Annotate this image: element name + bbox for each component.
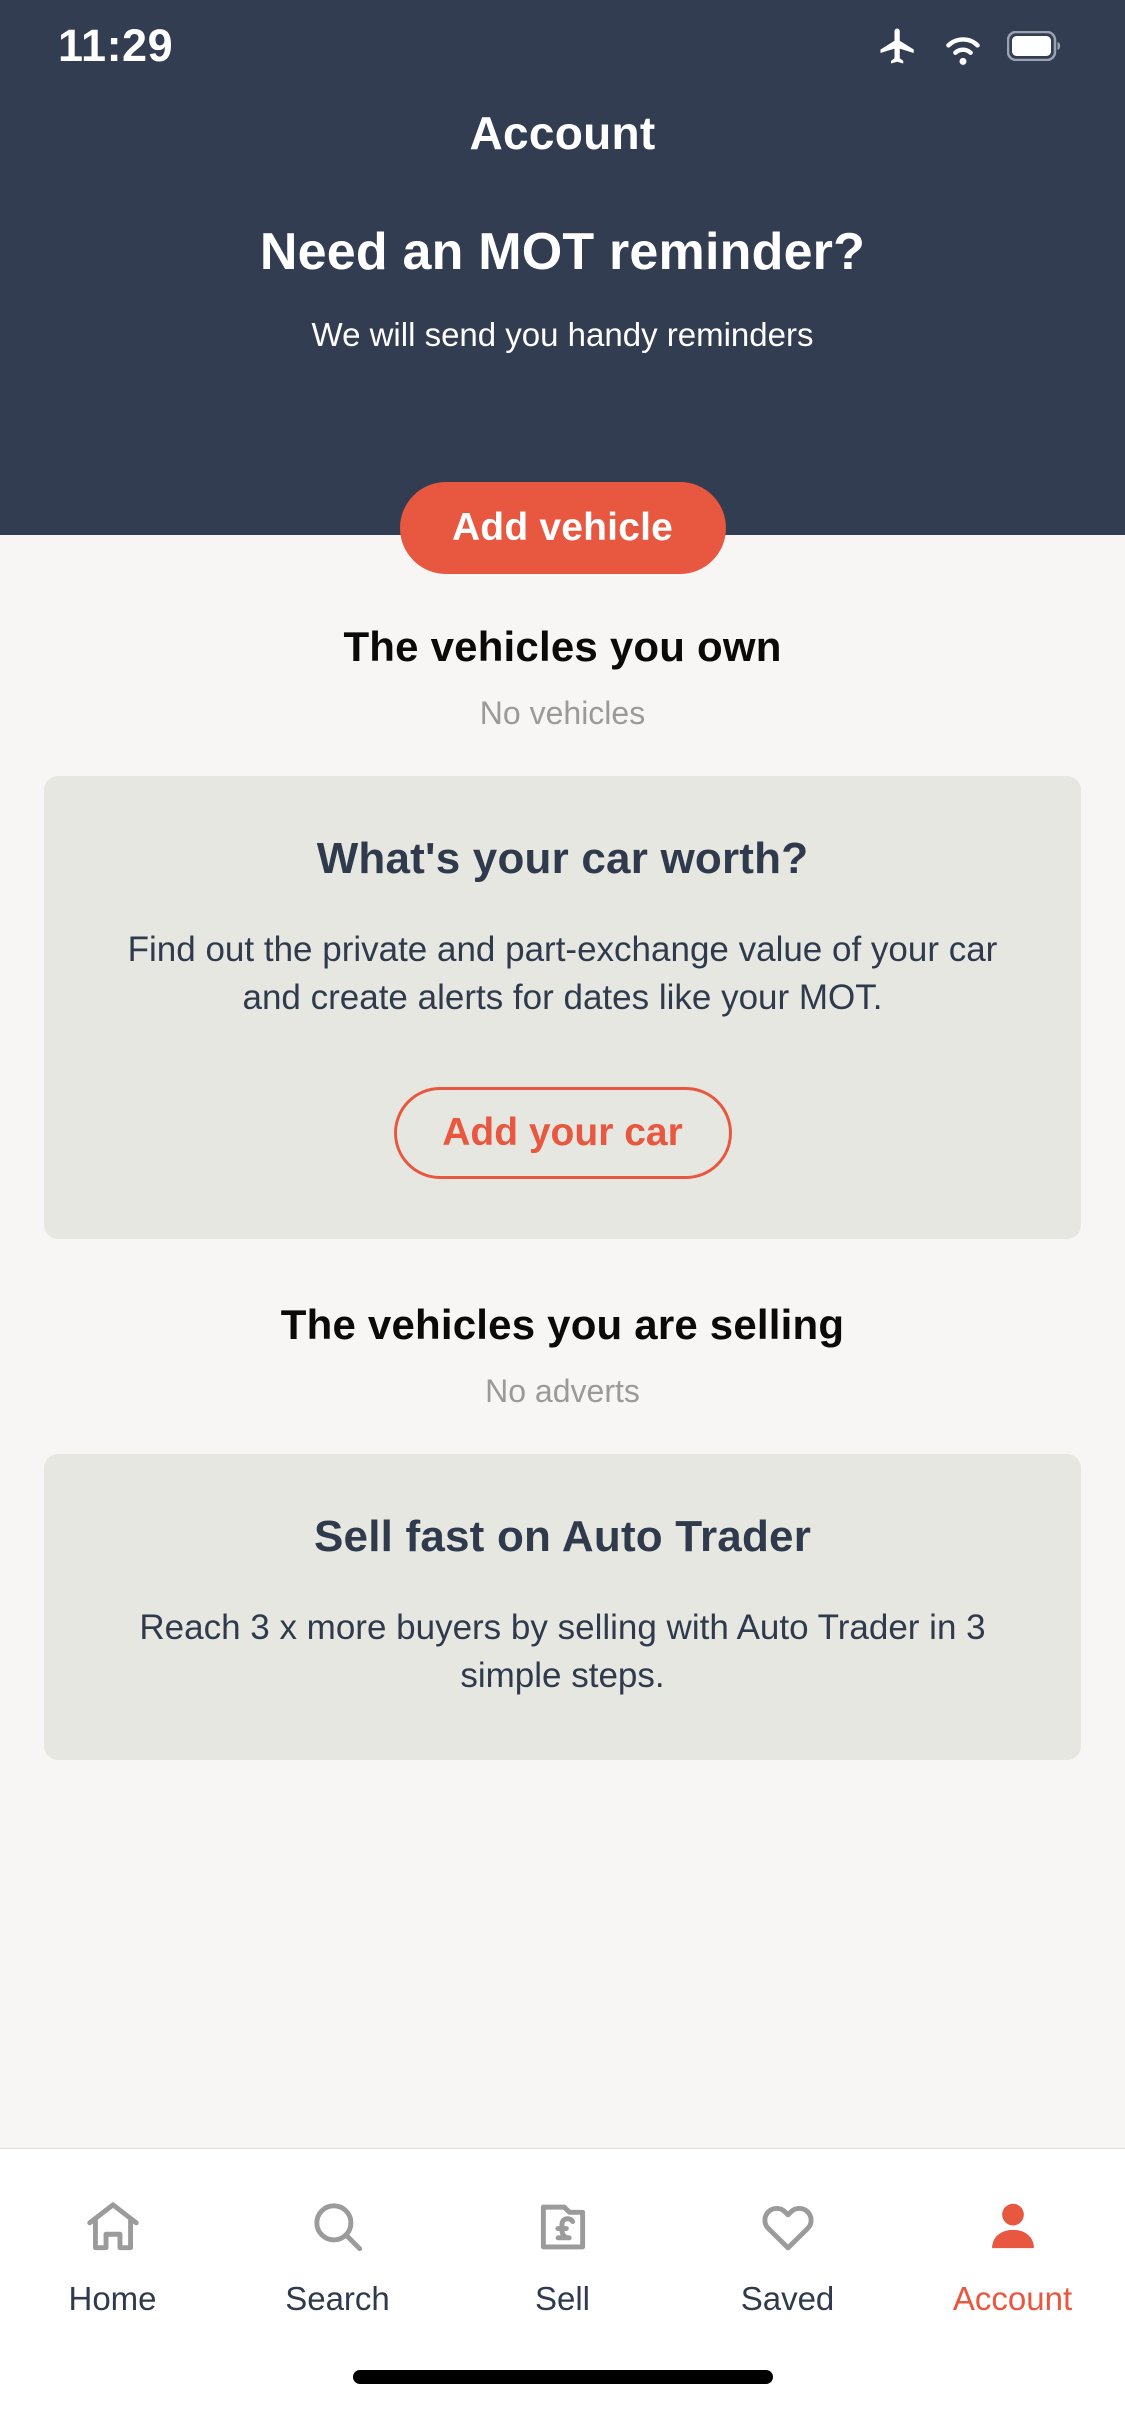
home-indicator-container xyxy=(0,2362,1125,2436)
tab-search-label: Search xyxy=(285,2279,390,2317)
tab-sell[interactable]: Sell xyxy=(450,2194,675,2318)
bottom-tab-bar: Home Search Sell Saved Account xyxy=(0,2148,1125,2436)
search-icon xyxy=(307,2194,369,2260)
add-vehicle-button-container: Add vehicle xyxy=(0,482,1125,574)
page-header: 11:29 Account Need an MOT reminder? We w… xyxy=(0,0,1125,535)
wifi-icon xyxy=(941,24,985,68)
status-bar-time: 11:29 xyxy=(58,20,174,71)
selling-vehicles-empty: No adverts xyxy=(485,1372,640,1409)
home-icon xyxy=(82,2194,144,2260)
page-body: The vehicles you own No vehicles What's … xyxy=(0,535,1125,1761)
add-your-car-button[interactable]: Add your car xyxy=(393,1086,732,1179)
valuation-card-title: What's your car worth? xyxy=(316,834,809,883)
status-bar-icons xyxy=(877,24,1063,68)
sell-fast-card-title: Sell fast on Auto Trader xyxy=(313,1511,812,1561)
person-icon xyxy=(982,2194,1044,2260)
owned-vehicles-title: The vehicles you own xyxy=(343,623,782,670)
status-bar: 11:29 xyxy=(0,0,1125,92)
tab-search[interactable]: Search xyxy=(225,2194,450,2318)
mot-promo-subtitle: We will send you handy reminders xyxy=(311,316,814,353)
airplane-mode-icon xyxy=(877,25,919,67)
owned-vehicles-empty: No vehicles xyxy=(479,695,646,731)
sell-fast-card: Sell fast on Auto Trader Reach 3 x more … xyxy=(44,1453,1081,1761)
tab-account[interactable]: Account xyxy=(900,2194,1125,2318)
valuation-card-body: Find out the private and part-exchange v… xyxy=(127,930,998,1018)
battery-full-icon xyxy=(1007,31,1063,61)
valuation-card: What's your car worth? Find out the priv… xyxy=(44,776,1081,1239)
valuation-card-button-container: Add your car xyxy=(100,1086,1025,1179)
account-screen: 11:29 Account Need an MOT reminder? We w… xyxy=(0,0,1125,2436)
tab-account-label: Account xyxy=(952,2279,1073,2317)
mot-promo-heading: Need an MOT reminder? xyxy=(259,223,866,281)
page-title: Account xyxy=(469,107,656,159)
selling-vehicles-section: The vehicles you are selling No adverts xyxy=(0,1301,1125,1410)
tab-sell-label: Sell xyxy=(534,2279,591,2317)
tab-home-label: Home xyxy=(68,2279,157,2317)
add-vehicle-button[interactable]: Add vehicle xyxy=(399,482,726,574)
tab-saved-label: Saved xyxy=(740,2279,835,2317)
owned-vehicles-section: The vehicles you own No vehicles xyxy=(0,623,1125,732)
tab-list: Home Search Sell Saved Account xyxy=(0,2149,1125,2362)
sell-fast-card-body: Reach 3 x more buyers by selling with Au… xyxy=(139,1607,986,1695)
tab-saved[interactable]: Saved xyxy=(675,2194,900,2318)
scroll-content[interactable]: 11:29 Account Need an MOT reminder? We w… xyxy=(0,0,1125,2148)
home-indicator[interactable] xyxy=(352,2370,773,2385)
heart-icon xyxy=(757,2194,819,2260)
pound-tag-icon xyxy=(532,2194,594,2260)
tab-home[interactable]: Home xyxy=(0,2194,225,2318)
selling-vehicles-title: The vehicles you are selling xyxy=(280,1300,845,1348)
